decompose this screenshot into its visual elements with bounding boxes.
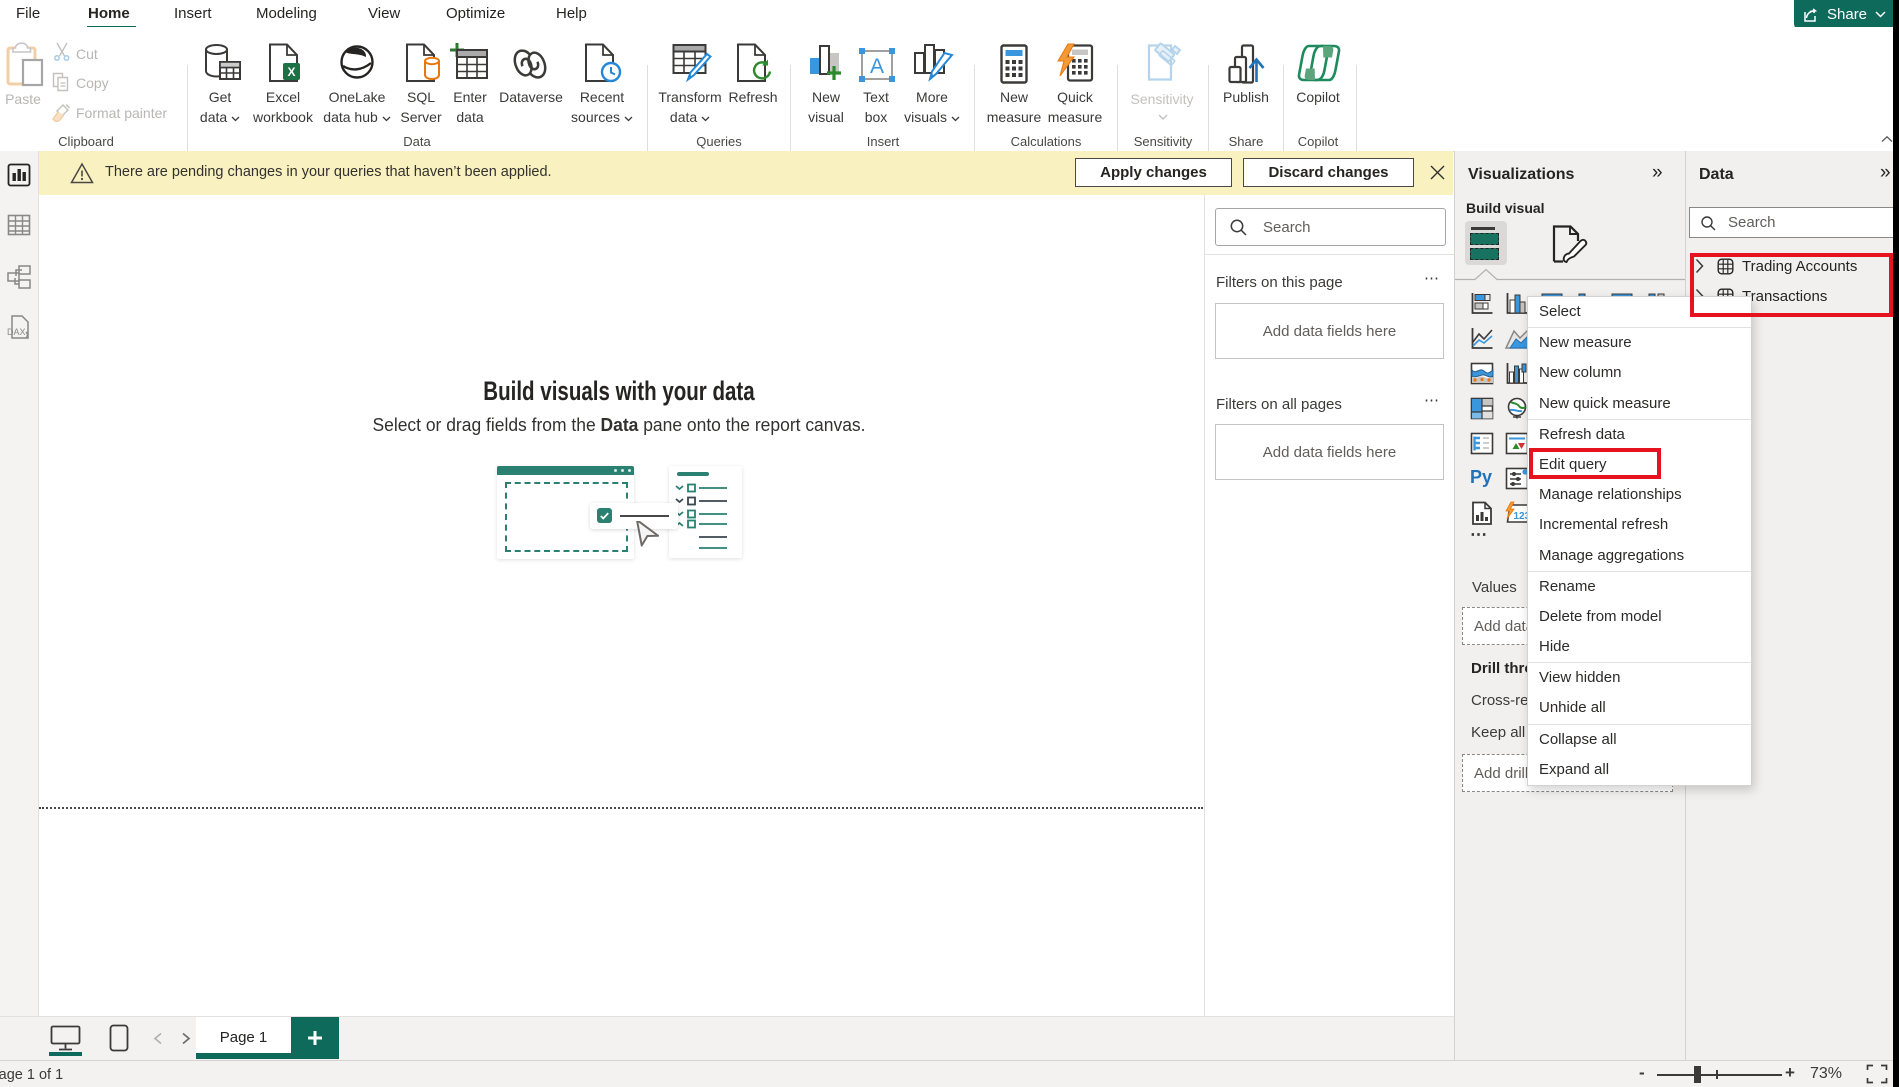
svg-text:DAX: DAX	[7, 327, 26, 337]
svg-text:X: X	[287, 65, 295, 79]
svg-text:A: A	[870, 55, 884, 78]
